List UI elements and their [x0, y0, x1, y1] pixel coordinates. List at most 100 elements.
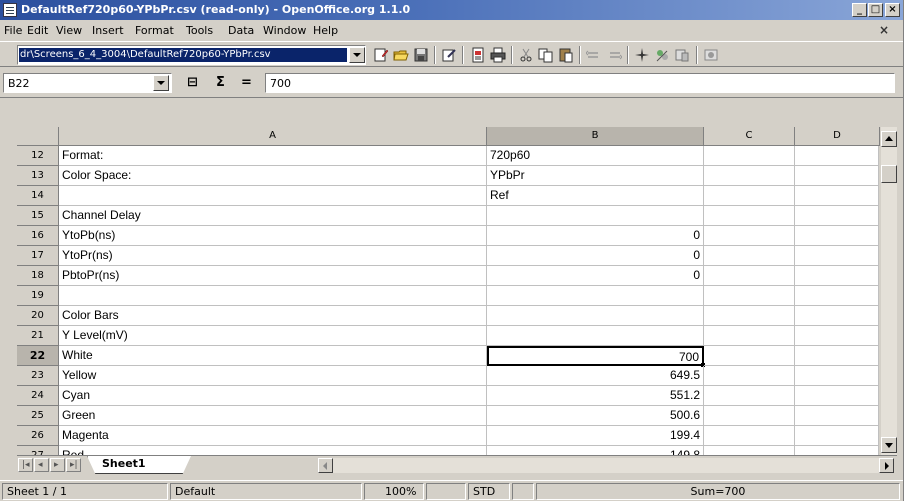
open-folder-icon[interactable] [393, 47, 409, 63]
function-icon[interactable]: = [241, 75, 252, 90]
cell-d[interactable] [795, 186, 879, 206]
cell-a[interactable]: Y Level(mV) [59, 326, 487, 346]
cell-b[interactable]: 551.2 [487, 386, 704, 406]
cell-c[interactable] [704, 366, 795, 386]
cell-c[interactable] [704, 146, 795, 166]
copy-icon[interactable] [538, 47, 554, 63]
row-header[interactable]: 18 [17, 266, 59, 286]
menu-file[interactable]: File [4, 24, 22, 37]
cell-d[interactable] [795, 166, 879, 186]
cell-b[interactable] [487, 306, 704, 326]
edit-file-icon[interactable] [373, 47, 389, 63]
cell-c[interactable] [704, 226, 795, 246]
title-bar[interactable]: DefaultRef720p60-YPbPr.csv (read-only) -… [0, 0, 903, 20]
menu-edit[interactable]: Edit [27, 24, 48, 37]
cell-c[interactable] [704, 426, 795, 446]
cell-a[interactable]: Color Space: [59, 166, 487, 186]
cell-d[interactable] [795, 306, 879, 326]
previous-sheet-button[interactable]: ◂ [34, 458, 49, 472]
cell-b[interactable] [487, 286, 704, 306]
cell-d[interactable] [795, 386, 879, 406]
edit-document-icon[interactable] [441, 47, 457, 63]
row-header[interactable]: 22 [17, 346, 59, 366]
menu-format[interactable]: Format [135, 24, 174, 37]
close-button[interactable]: × [885, 3, 900, 17]
select-all-corner[interactable] [17, 127, 59, 146]
cell-d[interactable] [795, 206, 879, 226]
cell-c[interactable] [704, 206, 795, 226]
row-header[interactable]: 15 [17, 206, 59, 226]
function-wizard-icon[interactable]: ⊟ [187, 75, 198, 90]
vertical-scrollbar[interactable] [880, 127, 897, 455]
row-header[interactable]: 17 [17, 246, 59, 266]
cut-icon[interactable] [518, 47, 534, 63]
cell-c[interactable] [704, 246, 795, 266]
formula-input-value[interactable]: 700 [270, 77, 291, 90]
row-header[interactable]: 26 [17, 426, 59, 446]
url-dropdown-button[interactable] [349, 47, 365, 63]
redo-icon[interactable] [606, 47, 622, 63]
column-header-a[interactable]: A [59, 127, 487, 146]
cell-d[interactable] [795, 226, 879, 246]
cell-d[interactable] [795, 366, 879, 386]
save-icon[interactable] [413, 47, 429, 63]
row-header[interactable]: 23 [17, 366, 59, 386]
scroll-up-button[interactable] [881, 131, 897, 147]
scroll-right-button[interactable] [879, 458, 894, 473]
cell-a[interactable] [59, 286, 487, 306]
cell-b[interactable]: 0 [487, 246, 704, 266]
data-sources-icon[interactable] [674, 47, 690, 63]
cell-a[interactable]: White [59, 346, 487, 366]
cell-c[interactable] [704, 386, 795, 406]
cell-b[interactable]: 720p60 [487, 146, 704, 166]
close-document-icon[interactable]: × [879, 23, 889, 37]
menu-data[interactable]: Data [228, 24, 254, 37]
cell-b[interactable]: Ref [487, 186, 704, 206]
row-header[interactable]: 20 [17, 306, 59, 326]
cell-b[interactable]: 649.5 [487, 366, 704, 386]
cell-c[interactable] [704, 266, 795, 286]
column-header-b[interactable]: B [487, 127, 704, 146]
next-sheet-button[interactable]: ▸ [50, 458, 65, 472]
last-sheet-button[interactable]: ▸| [66, 458, 81, 472]
minimize-button[interactable]: _ [852, 3, 867, 17]
cell-a[interactable] [59, 186, 487, 206]
name-box-dropdown-button[interactable] [153, 75, 169, 91]
column-header-d[interactable]: D [795, 127, 880, 146]
formula-input[interactable]: 700 [265, 73, 895, 93]
scroll-down-button[interactable] [881, 437, 897, 453]
cell-a[interactable]: Yellow [59, 366, 487, 386]
menu-insert[interactable]: Insert [92, 24, 124, 37]
horizontal-scrollbar[interactable] [318, 458, 894, 473]
cell-b[interactable]: 700 [487, 346, 704, 366]
cell-d[interactable] [795, 406, 879, 426]
cell-b[interactable] [487, 206, 704, 226]
row-header[interactable]: 24 [17, 386, 59, 406]
name-box-value[interactable]: B22 [8, 77, 30, 90]
vertical-scroll-thumb[interactable] [881, 165, 897, 183]
maximize-button[interactable]: □ [868, 3, 883, 17]
row-header[interactable]: 16 [17, 226, 59, 246]
menu-help[interactable]: Help [313, 24, 338, 37]
cell-b[interactable]: 0 [487, 226, 704, 246]
cell-a[interactable]: Green [59, 406, 487, 426]
cell-c[interactable] [704, 306, 795, 326]
row-header[interactable]: 14 [17, 186, 59, 206]
cell-a[interactable]: Magenta [59, 426, 487, 446]
cell-b[interactable]: YPbPr [487, 166, 704, 186]
sheet-tab[interactable]: Sheet1 [87, 456, 191, 474]
cell-a[interactable]: Cyan [59, 386, 487, 406]
row-header[interactable]: 13 [17, 166, 59, 186]
export-pdf-icon[interactable] [470, 47, 486, 63]
status-page-style[interactable]: Default [170, 483, 362, 500]
cell-b[interactable]: 199.4 [487, 426, 704, 446]
cell-d[interactable] [795, 426, 879, 446]
cell-c[interactable] [704, 406, 795, 426]
cell-a[interactable]: Format: [59, 146, 487, 166]
cell-a[interactable]: YtoPb(ns) [59, 226, 487, 246]
column-header-c[interactable]: C [704, 127, 795, 146]
cell-c[interactable] [704, 186, 795, 206]
load-url-combobox[interactable]: dr\Screens_6_4_3004\DefaultRef720p60-YPb… [17, 45, 366, 65]
row-header[interactable]: 12 [17, 146, 59, 166]
cell-a[interactable]: Channel Delay [59, 206, 487, 226]
